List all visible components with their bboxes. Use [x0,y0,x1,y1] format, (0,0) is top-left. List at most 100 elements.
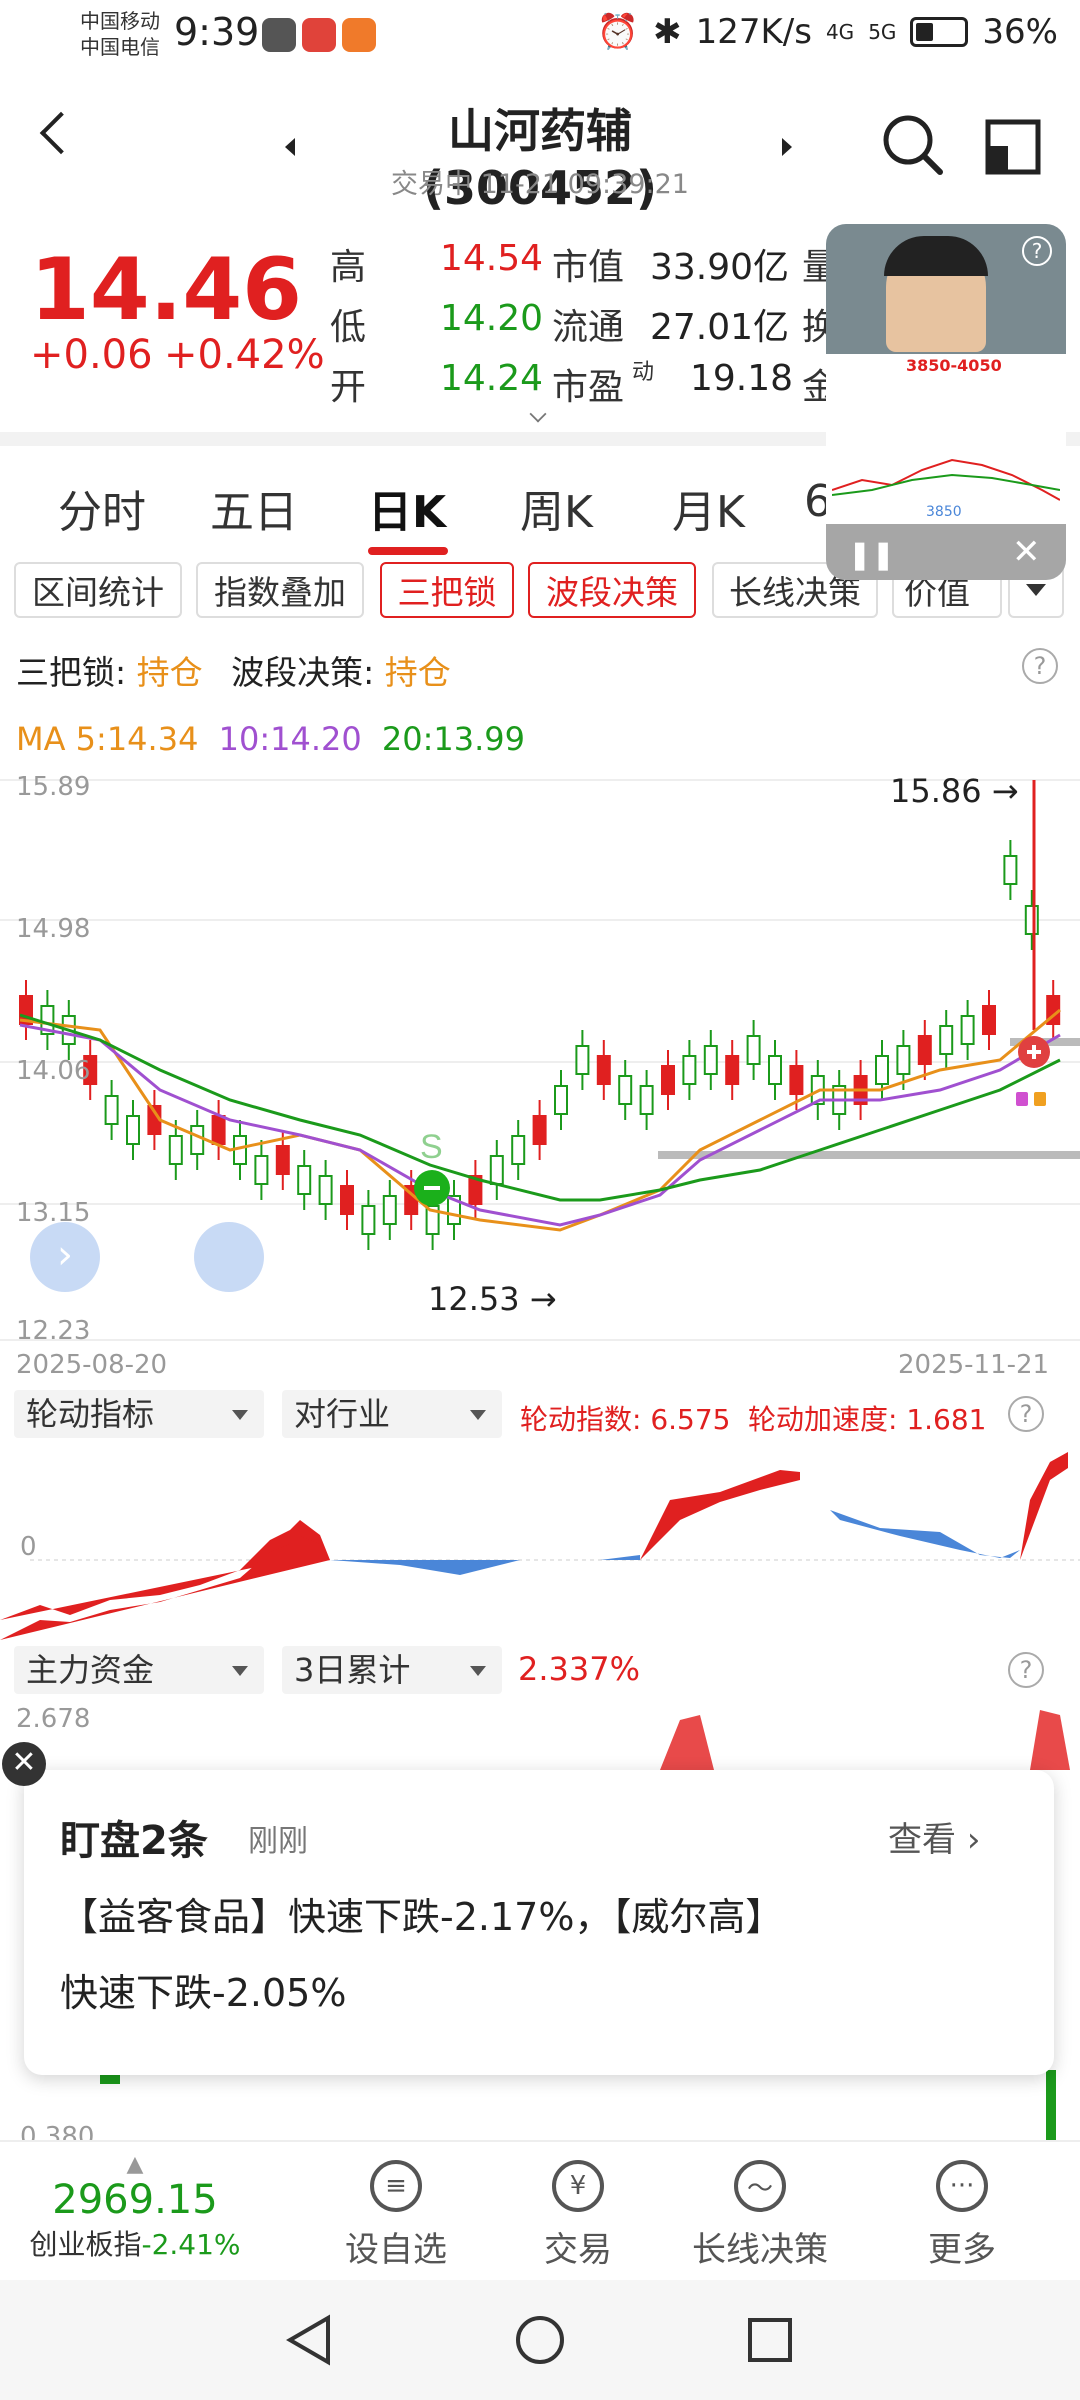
candle [554,1085,568,1115]
candle [960,1015,975,1045]
candle [596,1055,611,1085]
chevron-right-icon: › [966,1820,981,1860]
next-stock-icon[interactable] [782,138,792,156]
candle [661,1065,675,1095]
candle [875,1055,889,1085]
list-icon: ≡ [370,2160,422,2212]
nav-more-button[interactable]: ··· 更多 [892,2160,1032,2271]
ma-legend: MA 5:14.34 10:14.20 20:13.99 [16,720,525,758]
status-bar: 中国移动 中国电信 9:39 ⏰ ✱ 127K/s 4G 5G 36% [0,0,1080,72]
candle [511,1135,526,1165]
candle [297,1165,312,1195]
active-tab-indicator [368,547,448,555]
tab-weekly-k[interactable]: 周K [520,476,593,540]
ma10-label: 10:14.20 [218,720,362,758]
help-icon-2[interactable]: ? [1008,1396,1044,1432]
expand-panel-button[interactable]: › [30,1222,100,1292]
help-icon[interactable]: ? [1022,648,1058,684]
tab-daily-k[interactable]: 日K [368,476,446,540]
layout-panel-button[interactable] [194,1222,264,1292]
high-label: 高 [330,247,367,288]
video-range-text: 3850-4050 [906,356,1002,375]
low-value: 14.20 [440,298,544,339]
search-icon[interactable] [880,112,946,178]
wave-decision-value: 持仓 [384,653,451,692]
video-overlay[interactable]: ? 3850-4050 3850 ❚❚ ✕ [826,224,1066,580]
pause-icon[interactable]: ❚❚ [848,538,895,571]
system-back-icon[interactable] [284,2314,336,2366]
nav-watchlist-button[interactable]: ≡ 设自选 [326,2160,466,2271]
huawei-app-icon [302,18,336,52]
system-recents-icon[interactable] [744,2314,796,2366]
pe-label: 市盈 [552,367,625,408]
alarm-icon: ⏰ [596,12,640,52]
candle [254,1155,269,1185]
popup-text-line1: 【益客食品】快速下跌-2.17%，【威尔高】 [60,1895,784,1939]
prev-stock-icon[interactable] [285,138,295,156]
candle [126,1115,140,1145]
system-home-icon[interactable] [514,2314,566,2366]
signal-4g-icon: 4G [825,20,855,44]
current-price: 14.46 [30,240,303,340]
wave-decision-label: 波段决策: [231,653,375,692]
candle [275,1145,290,1175]
candle [1024,905,1039,935]
dropdown-icon [1026,584,1046,596]
tab-five-day[interactable]: 五日 [210,476,298,540]
period-select[interactable]: 3日累计 [282,1646,502,1694]
stock-app-icon [342,18,376,52]
nav-long-decision-button[interactable]: 〜 长线决策 [690,2160,830,2271]
index-widget[interactable]: ▲ 2969.15 创业板指-2.41% [0,2152,270,2263]
status-line: 三把锁: 持仓 波段决策: 持仓 [16,646,451,694]
chip-index-overlay[interactable]: 指数叠加 [196,562,364,618]
candle [361,1205,376,1235]
three-locks-label: 三把锁: [16,653,127,692]
expand-chevron-icon[interactable] [529,405,547,423]
chip-wave-decision[interactable]: 波段决策 [528,562,696,618]
alert-popup[interactable]: 盯盘2条 刚刚 查看 › 【益客食品】快速下跌-2.17%，【威尔高】 快速下跌… [24,1770,1054,2075]
candle [982,1005,996,1035]
popup-title: 盯盘2条 [60,1818,208,1864]
industry-select[interactable]: 对行业 [282,1390,502,1438]
trading-status: 交易中 11-21 09:39:21 [391,169,689,200]
candle [682,1055,697,1085]
popup-text-line2: 快速下跌-2.05% [60,1971,347,2015]
index-value: 2969.15 [52,2177,218,2223]
tab-intraday[interactable]: 分时 [58,476,146,540]
indicator-select[interactable]: 轮动指标 [14,1390,264,1438]
three-locks-value: 持仓 [136,653,203,692]
kline-chart[interactable]: S [0,770,1080,1350]
y-tick-3: 14.06 [16,1056,91,1086]
index-name: 创业板指 [29,2228,142,2261]
signal-s-marker: S [420,1128,443,1166]
start-date: 2025-08-20 [16,1350,168,1380]
help-icon-3[interactable]: ? [1008,1652,1044,1688]
clock: 9:39 [174,10,260,54]
back-button[interactable] [39,111,83,155]
zero-label: 0 [20,1532,37,1562]
capital-select[interactable]: 主力资金 [14,1646,264,1694]
market-cap-label: 市值 [552,247,625,288]
capital-value: 2.337% [518,1650,641,1688]
price-change-percent: +0.42% [164,332,325,378]
popup-view-link[interactable]: 查看 › [888,1812,980,1861]
tab-monthly-k[interactable]: 月K [672,476,745,540]
candle [917,1035,932,1065]
trend-icon: 〜 [734,2160,786,2212]
layout-switch-icon[interactable] [984,118,1042,176]
caret-up-icon: ▲ [126,2152,144,2177]
popup-close-button[interactable]: ✕ [2,1742,46,1786]
nav-trade-button[interactable]: ¥ 交易 [508,2160,648,2271]
candle [575,1045,590,1075]
candle [489,1155,504,1185]
low-label: 低 [330,307,367,348]
chip-three-locks[interactable]: 三把锁 [380,562,514,618]
video-help-icon[interactable]: ? [1022,236,1052,266]
chip-range-stats[interactable]: 区间统计 [14,562,182,618]
nav-trade-label: 交易 [544,2230,612,2270]
close-icon[interactable]: ✕ [1012,532,1041,572]
float-cap-label: 流通 [552,307,625,348]
index-pct: -2.41% [141,2228,241,2261]
carrier-info: 中国移动 中国电信 [80,8,160,60]
candle [746,1035,761,1065]
